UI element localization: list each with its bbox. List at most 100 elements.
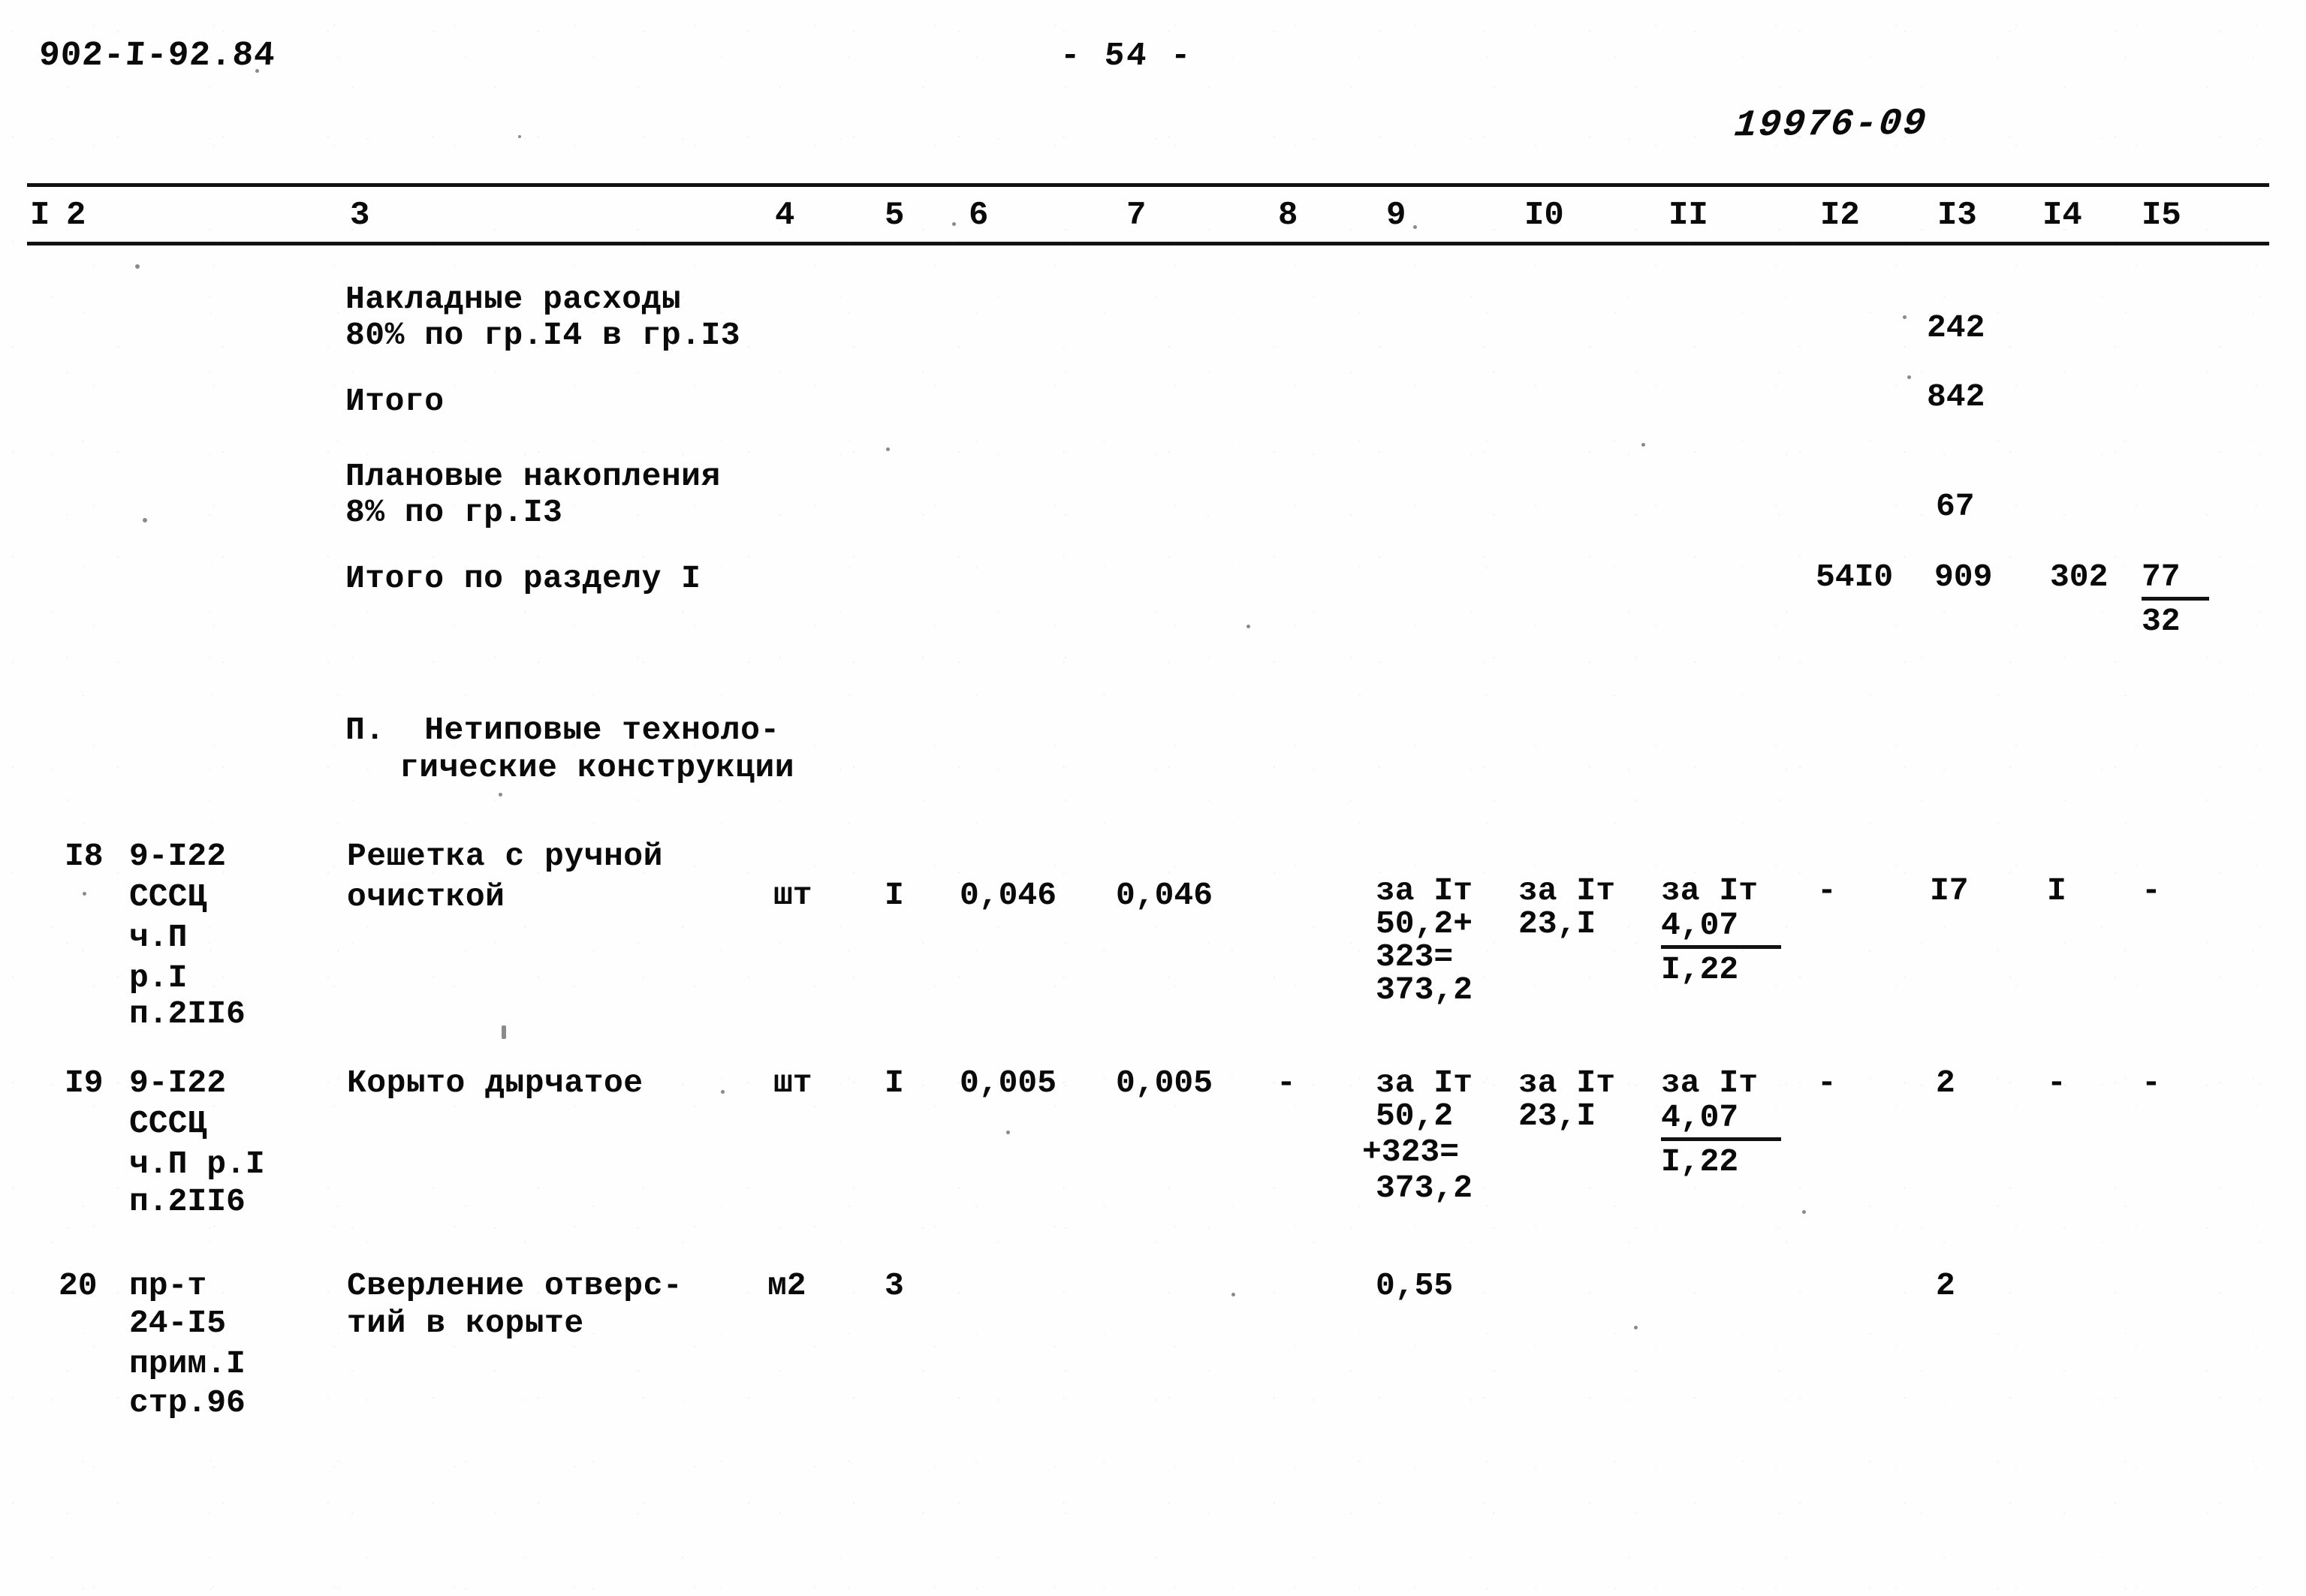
row-19-col10-line-2: 23,I <box>1518 1098 1596 1134</box>
table-header-rule <box>27 242 2269 245</box>
row-19-col13: 2 <box>1936 1065 1955 1101</box>
row-18-quantity: I <box>885 877 904 914</box>
scan-speck <box>721 1090 725 1094</box>
section-total-col15-numerator: 77 <box>2142 559 2181 595</box>
scan-speck <box>1231 1293 1235 1296</box>
section-total-label: Итого по разделу I <box>345 560 701 597</box>
row-19-quantity: I <box>885 1065 904 1101</box>
column-header-10: I0 <box>1524 197 1564 234</box>
archive-stamp: 19976-09 <box>1732 102 1929 148</box>
row-20-description-line-1: Сверление отверс- <box>347 1267 683 1304</box>
column-header-3: 3 <box>350 197 370 234</box>
row-19-col7: 0,005 <box>1116 1065 1213 1101</box>
scan-speck <box>83 892 86 896</box>
row-19-col9-line-1: за Iт <box>1376 1065 1473 1101</box>
column-header-2: 2 <box>66 197 86 234</box>
row-20-code-line-1: пр-т <box>129 1267 207 1304</box>
row-18-col11-header: за Iт <box>1661 872 1759 909</box>
row-18-col15: - <box>2142 872 2161 909</box>
row-20-description-line-2: тий в корыте <box>347 1305 584 1342</box>
row-18-number: I8 <box>65 838 104 875</box>
scan-speck <box>143 518 147 522</box>
column-header-12: I2 <box>1820 197 1860 234</box>
section-total-col15-fraction: 77 32 <box>2142 559 2209 640</box>
row-19-unit: шт <box>773 1065 812 1101</box>
section-total-col12: 54I0 <box>1816 559 1894 595</box>
row-20-col13: 2 <box>1936 1267 1955 1304</box>
row-19-col9-line-4: 373,2 <box>1376 1170 1473 1206</box>
fraction-bar <box>1661 1137 1781 1141</box>
row-18-col6: 0,046 <box>960 877 1057 914</box>
row-18-code-line-3: ч.П <box>129 919 188 956</box>
row-19-col11-numerator: 4,07 <box>1661 1099 1739 1136</box>
scan-speck <box>1246 625 1250 628</box>
scan-speck <box>1413 225 1417 229</box>
table-top-rule <box>27 183 2269 187</box>
row-20-quantity: 3 <box>885 1267 904 1304</box>
row-20-unit: м2 <box>767 1267 806 1304</box>
row-19-col15: - <box>2142 1065 2161 1101</box>
section-total-col15-denominator: 32 <box>2142 603 2181 640</box>
row-18-col13: I7 <box>1930 872 1969 909</box>
row-19-col9-line-3: +323= <box>1362 1134 1460 1170</box>
scan-grain-overlay <box>0 0 2306 1596</box>
row-18-col10-line-1: за Iт <box>1518 872 1616 909</box>
overhead-costs-line1: Накладные расходы <box>345 281 682 318</box>
overhead-costs-col13: 242 <box>1927 309 1985 346</box>
row-19-col11-fraction: 4,07 I,22 <box>1661 1099 1781 1180</box>
row-19-col11-denominator: I,22 <box>1661 1143 1739 1180</box>
row-20-number: 20 <box>59 1267 98 1304</box>
scan-speck <box>255 69 259 73</box>
row-19-col9-line-2: 50,2 <box>1376 1098 1454 1134</box>
column-header-7: 7 <box>1126 197 1147 234</box>
row-18-code-line-2: СССЦ <box>129 878 207 915</box>
row-19-number: I9 <box>65 1065 104 1101</box>
row-18-col12: - <box>1817 872 1837 909</box>
scan-speck <box>135 264 140 269</box>
column-header-15: I5 <box>2142 197 2181 234</box>
subtotal-label: Итого <box>345 383 445 420</box>
column-header-14: I4 <box>2042 197 2082 234</box>
row-18-unit: шт <box>773 877 812 914</box>
column-header-13: I3 <box>1937 197 1977 234</box>
planned-savings-col13: 67 <box>1936 488 1975 525</box>
fraction-bar <box>1661 945 1781 949</box>
row-18-col9-line-4: 373,2 <box>1376 971 1473 1008</box>
column-header-8: 8 <box>1278 197 1298 234</box>
scan-speck <box>502 1025 506 1039</box>
row-18-code-line-1: 9-I22 <box>129 838 227 875</box>
scan-speck <box>518 135 521 138</box>
row-20-code-line-4: стр.96 <box>129 1384 246 1421</box>
scan-speck <box>1802 1210 1806 1214</box>
row-18-col11-numerator: 4,07 <box>1661 907 1739 944</box>
row-20-col9: 0,55 <box>1376 1267 1454 1304</box>
column-header-5: 5 <box>885 197 905 234</box>
column-header-9: 9 <box>1386 197 1406 234</box>
column-header-6: 6 <box>969 197 989 234</box>
document-page: 902-I-92.84 - 54 - 19976-09 I 2 3 4 5 6 … <box>0 0 2306 1596</box>
planned-savings-line1: Плановые накопления <box>345 458 721 495</box>
row-19-col8: - <box>1277 1065 1296 1101</box>
scan-speck <box>952 222 956 226</box>
row-18-col14: I <box>2047 872 2066 909</box>
row-18-code-line-5: п.2II6 <box>129 995 246 1032</box>
planned-savings-line2: 8% по гр.I3 <box>345 494 563 531</box>
row-18-col9-line-1: за Iт <box>1376 872 1473 909</box>
section-heading-line2: гические конструкции <box>399 749 795 786</box>
row-19-col14: - <box>2047 1065 2066 1101</box>
row-19-code-line-1: 9-I22 <box>129 1065 227 1101</box>
row-18-col10-line-2: 23,I <box>1518 905 1596 942</box>
row-18-col9-line-3: 323= <box>1376 938 1454 975</box>
scan-speck <box>499 793 502 796</box>
scan-speck <box>1907 375 1911 379</box>
row-20-code-line-3: прим.I <box>129 1345 246 1382</box>
page-number: - 54 - <box>1059 38 1195 75</box>
row-19-col6: 0,005 <box>960 1065 1057 1101</box>
scan-speck <box>1006 1131 1010 1134</box>
column-header-4: 4 <box>775 197 795 234</box>
row-18-code-line-4: р.I <box>129 959 188 996</box>
row-18-col7: 0,046 <box>1116 877 1213 914</box>
row-19-code-line-3: ч.П р.I <box>129 1146 265 1182</box>
row-19-code-line-4: п.2II6 <box>129 1183 246 1220</box>
section-heading-line1: П. Нетиповые техноло- <box>345 712 780 748</box>
